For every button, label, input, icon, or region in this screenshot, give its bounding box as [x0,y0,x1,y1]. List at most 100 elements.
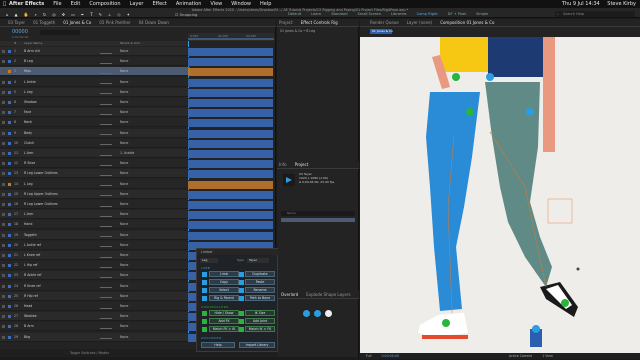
layer-row[interactable]: 29 Bkg None [0,332,190,342]
switches[interactable] [100,60,112,64]
label-color-swatch[interactable] [8,121,11,125]
menu-help[interactable]: Help [260,1,271,7]
switches[interactable] [100,162,112,166]
menu-animation[interactable]: Animation [176,1,202,7]
layer-row[interactable]: 18 Hand None [0,220,190,230]
eye-icon[interactable] [2,131,5,135]
layer-track-bar[interactable] [188,160,273,169]
switches[interactable] [100,254,112,258]
toggle-switches-modes[interactable]: Toggle Switches / Modes [70,351,109,355]
label-color-swatch[interactable] [8,141,11,145]
switches[interactable] [100,305,112,309]
layer-name[interactable]: L Ankle [24,78,36,86]
eye-icon[interactable] [2,60,5,64]
layer-row[interactable]: 22 L Hip ref None [0,261,190,271]
limber-controller-button[interactable]: IK Size [245,310,275,316]
layer-track-bar[interactable] [188,211,273,220]
menu-edit[interactable]: Edit [71,1,81,7]
tab-project[interactable]: Project [295,162,309,167]
switches[interactable] [100,213,112,217]
parent-dropdown[interactable]: None [120,139,128,147]
zoom-tool-icon[interactable]: ⌕ [35,12,37,17]
layer-name[interactable]: Bkg [24,333,30,341]
layer-track-bar[interactable] [188,88,273,97]
layer-track-bar[interactable] [188,48,273,56]
label-color-swatch[interactable] [8,192,11,196]
layer-name[interactable]: R Hip ref [24,292,38,300]
parent-dropdown[interactable]: None [120,129,128,137]
parent-dropdown[interactable]: None [120,261,128,269]
layer-name[interactable]: B Leg [24,57,33,65]
selection-tool-icon[interactable]: ▲ [15,12,18,17]
controller-ankle-right[interactable] [561,299,569,307]
workspace-default[interactable]: Default [288,12,301,16]
workspace-learn[interactable]: Learn [311,12,321,16]
pen-tool-icon[interactable]: ✒ [81,12,84,17]
label-color-swatch[interactable] [8,335,11,339]
switches[interactable] [100,152,112,156]
layer-row[interactable]: 27 Waistee None [0,312,190,322]
layer-track-bar[interactable] [188,139,273,148]
limber-controller-button[interactable]: Hide / Show [209,310,239,316]
parent-dropdown[interactable]: None [120,292,128,300]
switches[interactable] [100,233,112,238]
label-color-swatch[interactable] [8,274,11,278]
eye-icon[interactable] [2,101,5,104]
label-color-swatch[interactable] [8,131,11,135]
tab-01-jones-co[interactable]: 01 Jones & Co [63,20,91,25]
parent-dropdown[interactable]: None [120,159,128,167]
switches[interactable] [100,243,112,248]
layer-track-bar[interactable] [188,58,273,67]
parent-dropdown[interactable]: None [120,180,128,188]
eye-icon[interactable] [2,223,5,227]
layer-track-bar[interactable] [188,109,273,118]
eye-icon[interactable] [2,284,5,288]
limber-controller-button[interactable]: Add FK [209,318,239,324]
layer-name[interactable]: L Arm [24,149,33,157]
layer-row[interactable]: 28 B Arm None [0,322,190,332]
limber-limb-button[interactable]: Path to Bone [245,295,275,301]
layer-row[interactable]: 16 R Leg Lower Outlines None [0,200,190,209]
ik-target-box[interactable] [547,198,573,224]
layer-name[interactable]: R Ankle ref [24,271,41,279]
label-color-swatch[interactable] [8,243,11,247]
switches[interactable] [100,131,112,136]
label-color-swatch[interactable] [8,294,11,298]
switches[interactable] [100,90,112,95]
parent-dropdown[interactable]: None [120,98,128,106]
type-tool-icon[interactable]: T [90,12,92,17]
limber-limb-button[interactable]: Copy [209,279,239,285]
eye-icon[interactable] [2,294,5,298]
tab-render-queue[interactable]: Render Queue [370,20,399,25]
limber-limb-button[interactable]: Duplicate [245,271,275,277]
eye-icon[interactable] [2,162,5,166]
rect-tool-icon[interactable]: ▭ [71,12,75,17]
eye-icon[interactable] [2,305,5,308]
parent-dropdown[interactable]: None [120,67,128,75]
layer-row[interactable]: 9 Body None [0,128,190,138]
layer-row[interactable]: 13 R Leg Lower Outlines None [0,169,190,179]
layer-track-bar[interactable] [188,68,273,77]
workspace-libraries[interactable]: Libraries [391,12,407,16]
parent-dropdown[interactable]: None [120,200,128,208]
comp-view-dropdown[interactable]: 1 View [542,353,553,359]
limber-type-dropdown[interactable]: Tayer [247,258,269,263]
tab-overlord[interactable]: Overlord [281,292,298,297]
eye-icon[interactable] [2,315,5,319]
rotate-tool-icon[interactable]: ↻ [43,12,46,17]
label-color-swatch[interactable] [8,111,11,115]
tab-effect-controls[interactable]: Effect Controls Rig [301,20,338,25]
parent-dropdown[interactable]: None [120,47,128,55]
switches[interactable] [100,203,112,207]
layer-track-bar[interactable] [188,119,273,128]
layer-row[interactable]: 23 R Ankle ref None [0,271,190,281]
switches[interactable] [100,141,112,146]
limber-controller-button[interactable]: Match FK > IK [209,326,239,332]
switches[interactable] [100,192,112,197]
switches[interactable] [100,274,112,278]
layer-name[interactable]: Hips [24,67,31,75]
parent-dropdown[interactable]: None [120,169,128,177]
switches[interactable] [100,101,112,105]
layer-row[interactable]: 4 L Ankle None [0,77,190,87]
switches[interactable] [100,50,112,54]
